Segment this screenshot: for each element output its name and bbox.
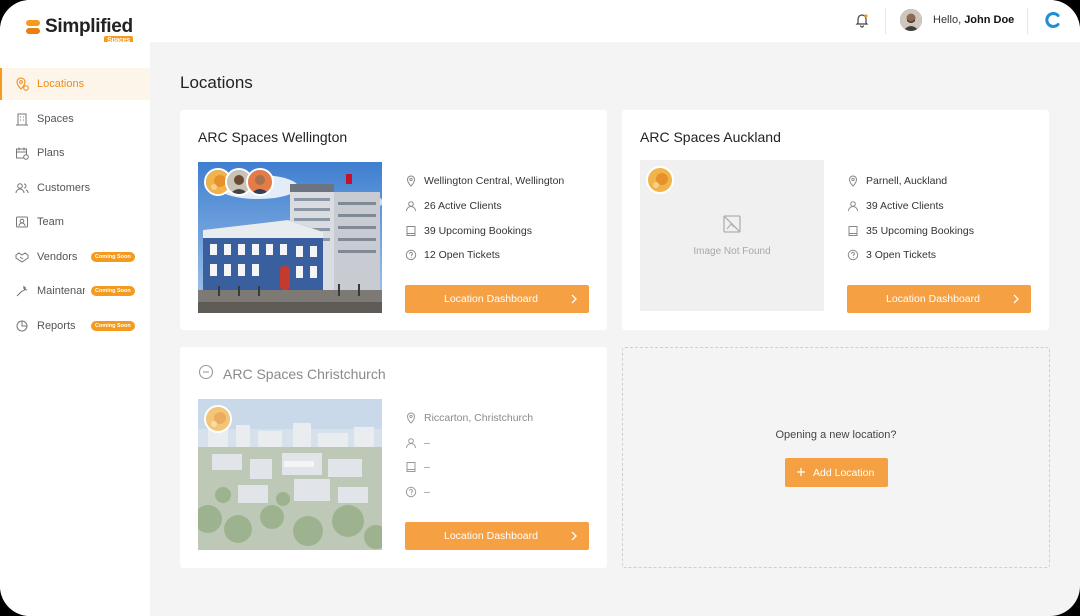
location-address: Wellington Central, Wellington: [405, 173, 564, 189]
location-title: ARC Spaces Auckland: [640, 129, 781, 145]
wrench-icon: [16, 285, 28, 297]
brand-c-icon[interactable]: [1043, 10, 1063, 30]
chevron-right-icon: [1013, 294, 1019, 304]
coming-soon-badge: Coming Soon: [91, 252, 135, 262]
plus-icon: [797, 468, 805, 476]
location-address: Parnell, Auckland: [847, 173, 947, 189]
sidebar-item-plans[interactable]: Plans: [0, 137, 150, 169]
sidebar-item-reports[interactable]: Reports Coming Soon: [0, 310, 150, 342]
sidebar-item-label: Team: [37, 216, 64, 228]
logo-text: Simplified Spaces: [45, 16, 133, 45]
user-icon: [406, 201, 416, 212]
location-dashboard-button[interactable]: Location Dashboard: [405, 522, 589, 550]
user-greeting[interactable]: Hello, John Doe: [933, 14, 1014, 26]
team-avatars: [204, 168, 274, 196]
open-tickets: –: [405, 484, 430, 500]
map-pin-icon: [406, 175, 416, 187]
sidebar: Locations Spaces Plans Customers Team Ve…: [0, 42, 150, 616]
handshake-icon: [15, 252, 29, 263]
user-name: John Doe: [964, 14, 1015, 26]
sidebar-item-locations[interactable]: Locations: [0, 68, 150, 100]
location-title: ARC Spaces Wellington: [198, 129, 348, 145]
location-card-auckland: ARC Spaces Auckland Image Not Found Parn…: [622, 110, 1049, 330]
sidebar-item-maintenance[interactable]: Maintenance Coming Soon: [0, 275, 150, 307]
divider: [885, 8, 886, 34]
help-bubble-icon: [405, 486, 417, 498]
divider: [1027, 8, 1028, 34]
add-location-button[interactable]: Add Location: [785, 458, 888, 487]
building-icon: [16, 113, 28, 126]
sidebar-item-label: Reports: [37, 320, 76, 332]
location-title: ARC Spaces Christchurch: [223, 366, 386, 382]
location-dashboard-button[interactable]: Location Dashboard: [405, 285, 589, 313]
active-clients: 26 Active Clients: [405, 198, 502, 214]
sidebar-item-label: Vendors: [37, 251, 78, 263]
sidebar-item-vendors[interactable]: Vendors Coming Soon: [0, 241, 150, 273]
logo[interactable]: Simplified Spaces: [26, 16, 133, 45]
avatar[interactable]: [900, 9, 922, 31]
sidebar-item-customers[interactable]: Customers: [0, 172, 150, 204]
active-clients: 39 Active Clients: [847, 198, 944, 214]
top-bar: Simplified Spaces Hello, John Doe: [0, 0, 1080, 45]
book-icon: [848, 226, 858, 236]
location-photo: [198, 162, 382, 313]
team-avatars: [646, 166, 674, 194]
upcoming-bookings: 35 Upcoming Bookings: [847, 223, 974, 239]
sidebar-item-team[interactable]: Team: [0, 206, 150, 238]
logo-mark-icon: [26, 20, 40, 36]
add-location-card: Opening a new location? Add Location: [622, 347, 1050, 568]
chevron-right-icon: [571, 531, 577, 541]
avatar: [204, 405, 232, 433]
sidebar-item-spaces[interactable]: Spaces: [0, 103, 150, 135]
sidebar-item-label: Plans: [37, 147, 65, 159]
add-location-prompt: Opening a new location?: [775, 429, 897, 441]
location-address: Riccarton, Christchurch: [405, 410, 533, 426]
minus-circle-icon[interactable]: [198, 364, 214, 380]
sidebar-item-label: Spaces: [37, 113, 74, 125]
location-dashboard-button[interactable]: Location Dashboard: [847, 285, 1031, 313]
id-card-icon: [16, 216, 28, 228]
coming-soon-badge: Coming Soon: [91, 321, 135, 331]
chevron-right-icon: [571, 294, 577, 304]
avatar: [246, 168, 274, 196]
help-bubble-icon: [405, 249, 417, 261]
pie-chart-icon: [16, 320, 28, 332]
user-icon: [406, 438, 416, 449]
page-title: Locations: [180, 73, 253, 92]
image-missing-icon: [723, 215, 741, 233]
coming-soon-badge: Coming Soon: [91, 286, 135, 296]
map-pin-icon: [406, 412, 416, 424]
book-icon: [406, 462, 416, 472]
location-pin-icon: [16, 77, 29, 91]
app-window: Simplified Spaces Hello, John Doe Locati…: [0, 0, 1080, 616]
upcoming-bookings: –: [405, 459, 430, 475]
location-photo: [198, 399, 382, 550]
location-card-christchurch: ARC Spaces Christchurch Riccarton, Chris…: [180, 347, 607, 568]
location-card-wellington: ARC Spaces Wellington Wellington Central…: [180, 110, 607, 330]
open-tickets: 12 Open Tickets: [405, 247, 500, 263]
sidebar-item-label: Locations: [37, 78, 85, 90]
sidebar-item-label: Customers: [37, 182, 91, 194]
image-not-found-text: Image Not Found: [693, 246, 771, 257]
upcoming-bookings: 39 Upcoming Bookings: [405, 223, 532, 239]
book-icon: [406, 226, 416, 236]
avatar: [646, 166, 674, 194]
active-clients: –: [405, 435, 430, 451]
users-icon: [15, 183, 29, 194]
help-bubble-icon: [847, 249, 859, 261]
calendar-icon: [16, 147, 29, 160]
image-placeholder: Image Not Found: [640, 160, 824, 311]
team-avatars: [204, 405, 232, 433]
user-icon: [848, 201, 858, 212]
sidebar-item-label: Maintenance: [37, 285, 85, 297]
open-tickets: 3 Open Tickets: [847, 247, 936, 263]
bell-icon[interactable]: [853, 11, 871, 29]
map-pin-icon: [848, 175, 858, 187]
